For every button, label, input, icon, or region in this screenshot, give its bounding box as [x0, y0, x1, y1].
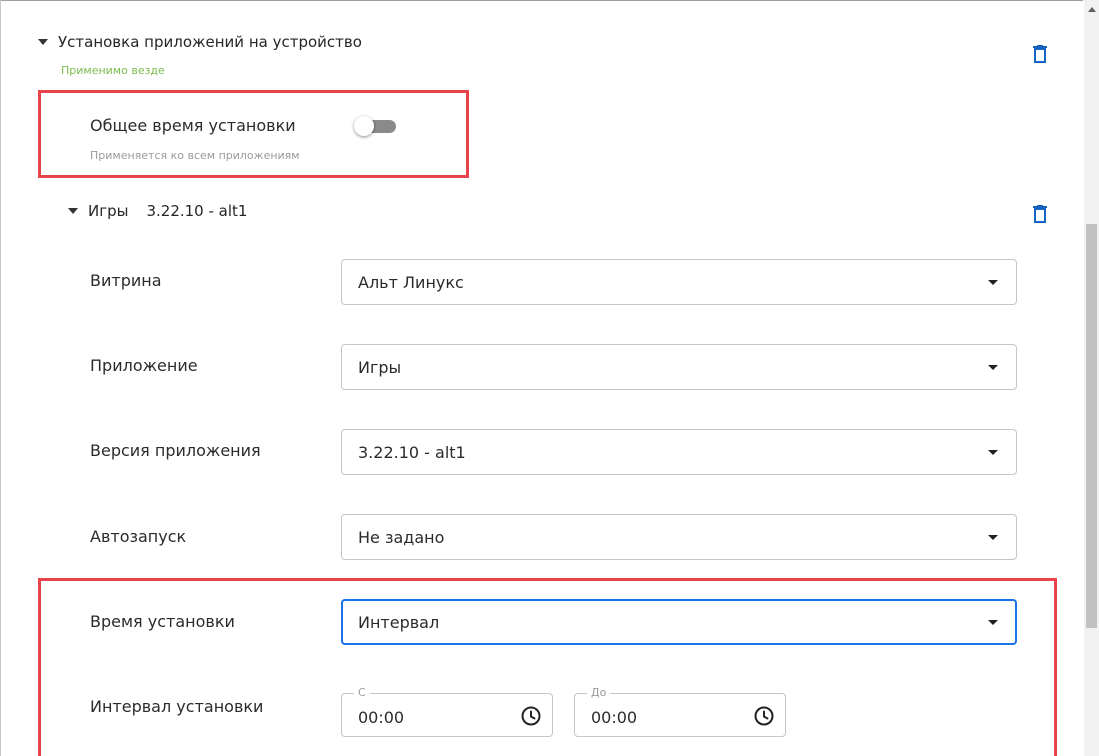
store-value: Альт Линукс [358, 273, 464, 292]
interval-to-value: 00:00 [591, 708, 638, 727]
app-version-label: Версия приложения [90, 441, 261, 460]
app-version-value: 3.22.10 - alt1 [358, 443, 466, 462]
caret-down-icon[interactable] [38, 39, 48, 45]
app-group-name: Игры [88, 202, 129, 220]
caret-down-icon[interactable] [68, 208, 78, 214]
interval-from-value: 00:00 [358, 708, 405, 727]
install-time-label: Время установки [90, 612, 235, 631]
settings-panel: Установка приложений на устройство Приме… [0, 0, 1099, 756]
install-time-select[interactable]: Интервал [341, 599, 1017, 645]
interval-from-legend: С [354, 686, 370, 699]
section-header-toggle[interactable]: Установка приложений на устройство [38, 33, 362, 51]
autostart-value: Не задано [358, 528, 445, 547]
app-version-select[interactable]: 3.22.10 - alt1 [341, 429, 1017, 475]
applicability-label: Применимо везде [61, 64, 165, 77]
interval-to-time-input[interactable]: До 00:00 [574, 686, 786, 737]
app-group-version: 3.22.10 - alt1 [146, 202, 248, 220]
common-install-time-hint: Применяется ко всем приложениям [90, 149, 300, 162]
interval-from-time-input[interactable]: С 00:00 [341, 686, 553, 737]
scrollbar-thumb[interactable] [1086, 224, 1097, 628]
install-time-value: Интервал [358, 613, 440, 632]
application-value: Игры [358, 358, 402, 377]
clock-icon[interactable] [520, 705, 542, 727]
autostart-select[interactable]: Не задано [341, 514, 1017, 560]
section-title: Установка приложений на устройство [58, 33, 362, 51]
dropdown-arrow-icon [988, 620, 998, 625]
dropdown-arrow-icon [988, 450, 998, 455]
common-install-time-label: Общее время установки [90, 116, 296, 135]
application-select[interactable]: Игры [341, 344, 1017, 390]
trash-icon[interactable] [1033, 45, 1047, 63]
application-label: Приложение [90, 356, 198, 375]
clock-icon[interactable] [753, 705, 775, 727]
autostart-label: Автозапуск [90, 527, 187, 546]
trash-icon[interactable] [1033, 205, 1047, 223]
install-interval-label: Интервал установки [90, 697, 264, 716]
scroll-up-arrow-icon[interactable] [1088, 7, 1096, 12]
store-select[interactable]: Альт Линукс [341, 259, 1017, 305]
toggle-knob [354, 116, 374, 136]
common-install-time-toggle[interactable] [354, 116, 398, 136]
dropdown-arrow-icon [988, 535, 998, 540]
dropdown-arrow-icon [988, 365, 998, 370]
dropdown-arrow-icon [988, 280, 998, 285]
app-group-header-toggle[interactable]: Игры 3.22.10 - alt1 [68, 202, 247, 220]
interval-to-legend: До [587, 686, 611, 699]
top-border [0, 0, 1083, 1]
left-border [0, 0, 1, 756]
store-label: Витрина [90, 271, 162, 290]
